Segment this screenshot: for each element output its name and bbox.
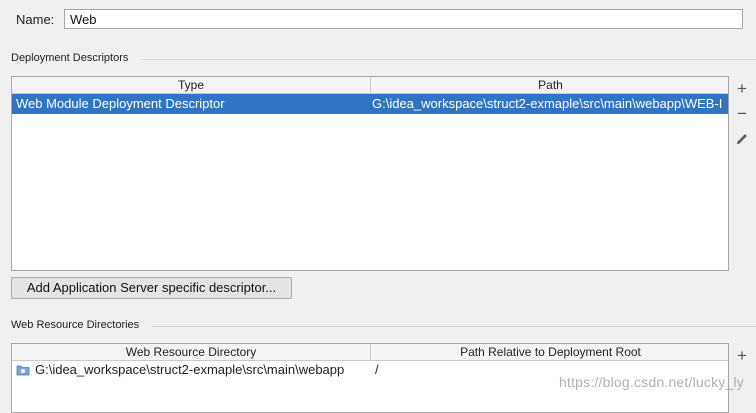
table-row[interactable]: Web Module Deployment Descriptor G:\idea… xyxy=(12,94,728,114)
column-header-relative-path[interactable]: Path Relative to Deployment Root xyxy=(371,344,728,360)
column-header-path[interactable]: Path xyxy=(371,77,728,93)
deployment-descriptors-title: Deployment Descriptors xyxy=(11,52,129,64)
plus-icon: + xyxy=(737,346,747,365)
table-header: Web Resource Directory Path Relative to … xyxy=(12,344,728,361)
add-descriptor-button[interactable]: + xyxy=(733,80,751,98)
name-input[interactable]: Web xyxy=(64,9,743,29)
section-divider xyxy=(142,59,756,60)
add-resource-button[interactable]: + xyxy=(733,347,751,365)
column-header-directory[interactable]: Web Resource Directory xyxy=(12,344,370,360)
pencil-icon xyxy=(737,134,747,144)
web-resource-directories-title: Web Resource Directories xyxy=(11,319,140,331)
edit-descriptor-button[interactable] xyxy=(733,130,751,148)
column-header-type[interactable]: Type xyxy=(12,77,370,93)
remove-descriptor-button[interactable]: − xyxy=(733,105,751,123)
plus-icon: + xyxy=(737,79,747,98)
section-divider xyxy=(152,326,756,327)
cell-type: Web Module Deployment Descriptor xyxy=(16,96,225,111)
folder-icon xyxy=(16,360,32,380)
minus-icon: − xyxy=(737,104,747,123)
watermark-text: https://blog.csdn.net/lucky_ly xyxy=(559,374,744,390)
deployment-descriptors-table: Type Path Web Module Deployment Descript… xyxy=(11,76,729,271)
add-server-descriptor-button[interactable]: Add Application Server specific descript… xyxy=(11,277,292,299)
cell-path: G:\idea_workspace\struct2-exmaple\src\ma… xyxy=(372,96,723,111)
name-label: Name: xyxy=(16,12,55,27)
table-header: Type Path xyxy=(12,77,728,94)
cell-directory: G:\idea_workspace\struct2-exmaple\src\ma… xyxy=(35,362,345,377)
